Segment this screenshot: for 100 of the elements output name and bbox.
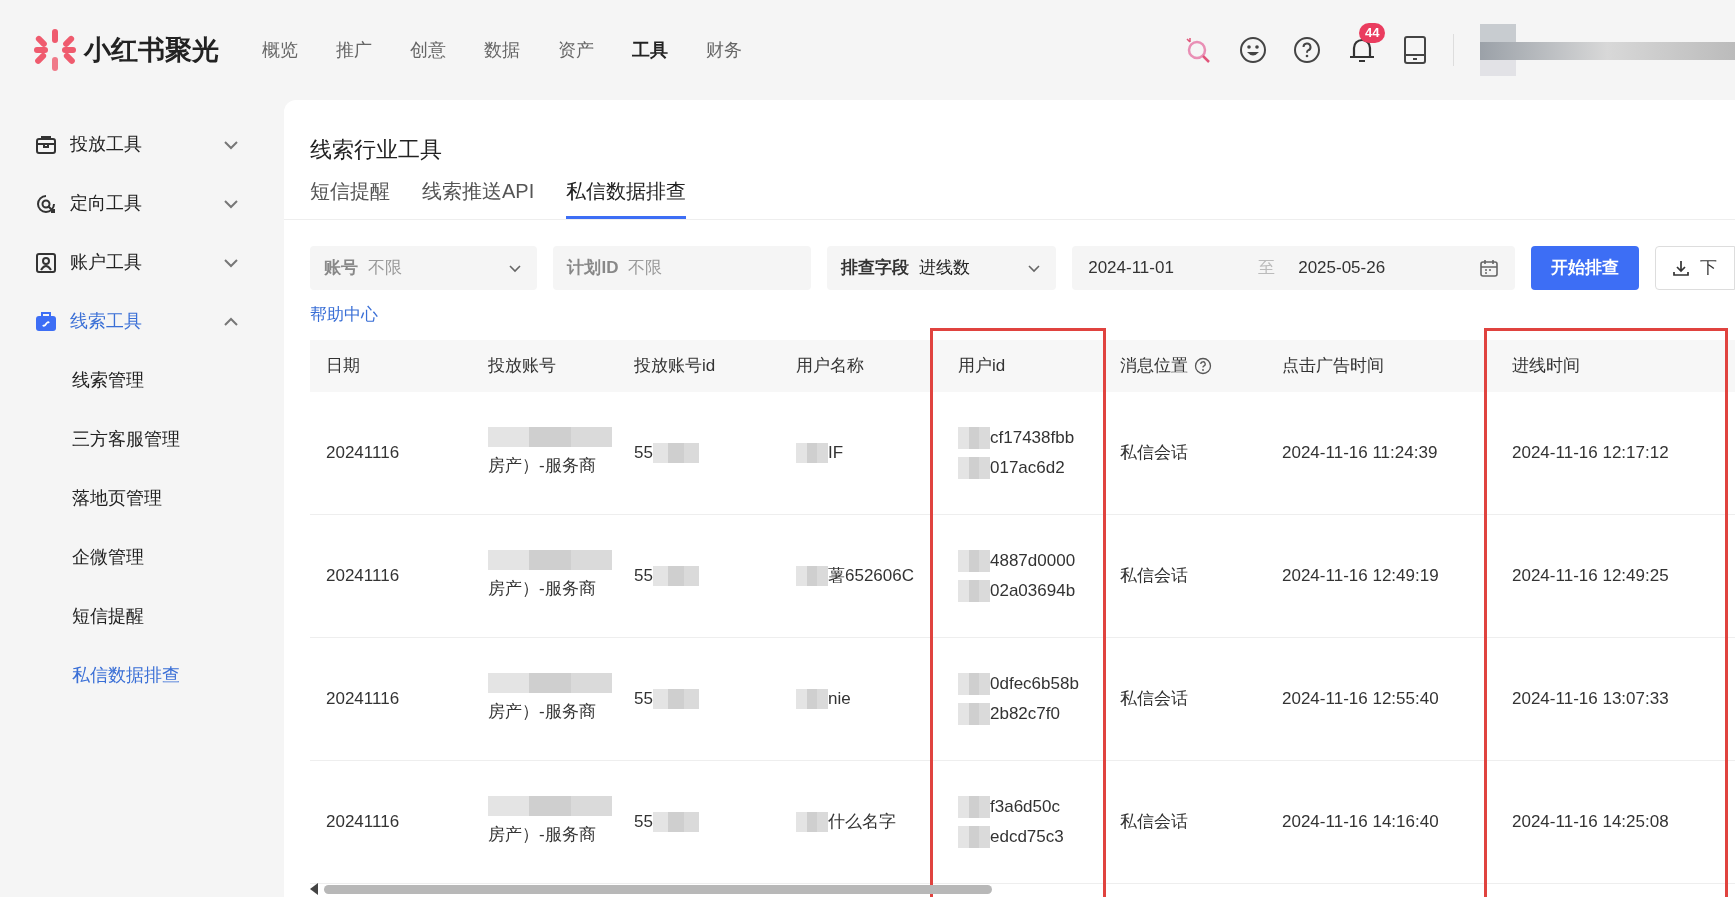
sidebar-subitem[interactable]: 三方客服管理 <box>34 410 240 469</box>
sidebar-item[interactable]: 投放工具 <box>34 115 240 174</box>
blurred-text <box>958 579 990 602</box>
table-cell-text: 20241116 <box>326 687 401 710</box>
nav-link[interactable]: 概览 <box>262 36 298 64</box>
table-cell-text: 房产）-服务商 <box>488 577 597 600</box>
blurred-text <box>796 811 828 832</box>
table-cell-text: 2b82c7f0 <box>990 702 1060 725</box>
download-button[interactable]: 下 <box>1655 246 1735 290</box>
table-cell-text: f3a6d50c <box>990 795 1060 818</box>
table-cell-text: 02a03694b <box>990 579 1076 602</box>
table-cell-text: 2024-11-16 12:17:12 <box>1512 441 1670 464</box>
select-field[interactable]: 排查字段 进线数 <box>826 246 1057 290</box>
column-header: 日期 <box>326 354 360 377</box>
tablet-icon[interactable] <box>1403 35 1427 65</box>
table-cell-text: 017ac6d2 <box>990 456 1065 479</box>
nav-link[interactable]: 推广 <box>336 36 372 64</box>
blurred-text <box>652 442 699 463</box>
table-cell-text: 私信会话 <box>1120 687 1189 710</box>
table-cell-text: 私信会话 <box>1120 810 1189 833</box>
table-cell-text: 4887d0000 <box>990 549 1076 572</box>
column-header: 用户id <box>958 354 1006 377</box>
table-cell-text: 55 <box>634 441 653 464</box>
tab[interactable]: 线索推送API <box>422 174 535 219</box>
field-label: 账号 <box>324 257 358 280</box>
table-cell-text: 2024-11-16 14:25:08 <box>1512 810 1670 833</box>
table-cell-text: 什么名字 <box>828 810 896 833</box>
blurred-text <box>958 426 990 449</box>
sidebar-subitem[interactable]: 线索管理 <box>34 351 240 410</box>
download-icon <box>1672 259 1690 277</box>
logo-text: 小红书聚光 <box>84 33 219 67</box>
blurred-text <box>796 688 828 709</box>
notification-badge: 44 <box>1359 23 1386 43</box>
table-cell-text: nie <box>828 687 851 710</box>
sidebar-subitem[interactable]: 短信提醒 <box>34 587 240 646</box>
calendar-icon <box>1479 258 1499 278</box>
nav-link[interactable]: 资产 <box>558 36 594 64</box>
blurred-text <box>958 702 990 725</box>
table-cell-text: 2024-11-16 12:49:19 <box>1282 564 1440 587</box>
blurred-text <box>652 811 699 832</box>
blurred-text <box>796 442 828 463</box>
start-button[interactable]: 开始排查 <box>1531 246 1639 290</box>
table-cell-text: 私信会话 <box>1120 441 1189 464</box>
column-header: 投放账号 <box>488 354 556 377</box>
table-cell-text: edcd75c3 <box>990 825 1064 848</box>
nav-link[interactable]: 工具 <box>632 36 668 64</box>
sidebar-item[interactable]: 账户工具 <box>34 233 240 292</box>
scrollbar-thumb[interactable] <box>324 884 992 894</box>
table-cell-text: 20241116 <box>326 810 401 833</box>
blurred-text <box>958 795 990 818</box>
column-header: 点击广告时间 <box>1282 354 1384 377</box>
field-label: 排查字段 <box>840 257 909 280</box>
table-cell-text: 房产）-服务商 <box>488 823 597 846</box>
sidebar-subitem[interactable]: 企微管理 <box>34 528 240 587</box>
table-cell-text: 55 <box>634 810 653 833</box>
date-range-field[interactable]: 2024-11-01 至 2025-05-26 <box>1072 246 1515 290</box>
table-cell-text: 20241116 <box>326 441 401 464</box>
blurred-text <box>958 825 990 848</box>
table-cell-text: 房产）-服务商 <box>488 454 597 477</box>
account-icon <box>34 250 58 275</box>
tab[interactable]: 短信提醒 <box>310 174 390 219</box>
help-icon[interactable] <box>1194 356 1212 375</box>
column-header: 投放账号id <box>634 354 716 377</box>
table-cell-text: 2024-11-16 13:07:33 <box>1512 687 1670 710</box>
help-center-link[interactable]: 帮助中心 <box>310 302 378 328</box>
nav-link[interactable]: 创意 <box>410 36 446 64</box>
table-cell-text: 薯652606C <box>828 564 914 587</box>
column-header: 进线时间 <box>1512 354 1580 377</box>
scroll-left-icon[interactable] <box>310 883 320 895</box>
sidebar-item[interactable]: 线索工具 <box>34 292 240 351</box>
blurred-text <box>958 456 990 479</box>
blurred-text <box>958 549 990 572</box>
table-cell-text: 2024-11-16 12:55:40 <box>1282 687 1440 710</box>
logo-icon <box>32 27 78 73</box>
blurred-text <box>652 688 699 709</box>
blurred-text <box>796 565 828 586</box>
smiley-icon[interactable] <box>1239 36 1267 64</box>
table-cell-text: cf17438fbb <box>990 426 1075 449</box>
tab[interactable]: 私信数据排查 <box>566 174 687 219</box>
blurred-text <box>652 565 699 586</box>
field-label: 计划ID <box>567 257 619 280</box>
sidebar-subitem[interactable]: 私信数据排查 <box>34 646 240 705</box>
table-cell-text: 2024-11-16 11:24:39 <box>1282 441 1439 464</box>
nav-link[interactable]: 数据 <box>484 36 520 64</box>
table-cell-text: 0dfec6b58b <box>990 672 1079 695</box>
help-icon[interactable] <box>1293 36 1321 64</box>
blurred-text <box>958 672 990 695</box>
table-cell-text: 20241116 <box>326 564 401 587</box>
column-header: 消息位置 <box>1120 354 1188 377</box>
sidebar-subitem[interactable]: 落地页管理 <box>34 469 240 528</box>
table-cell-text: 2024-11-16 14:16:40 <box>1282 810 1440 833</box>
table-cell-text: 2024-11-16 12:49:25 <box>1512 564 1670 587</box>
column-header: 用户名称 <box>796 354 864 377</box>
page-title: 线索行业工具 <box>310 136 443 164</box>
table-cell-text: 房产）-服务商 <box>488 700 597 723</box>
sidebar-item[interactable]: 定向工具 <box>34 174 240 233</box>
table-cell-text: IF <box>828 441 844 464</box>
table-cell-text: 55 <box>634 564 653 587</box>
nav-link[interactable]: 财务 <box>706 36 742 64</box>
briefcase-icon <box>34 309 58 334</box>
